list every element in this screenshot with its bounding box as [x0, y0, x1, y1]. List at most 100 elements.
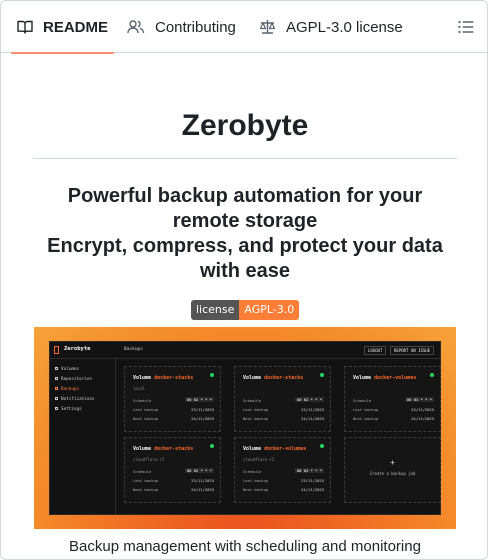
- row-value: 23/11/2025: [411, 407, 434, 412]
- report-issue-button: REPORT AN ISSUE: [390, 345, 435, 355]
- row-label: Schedule: [133, 469, 152, 474]
- status-dot: [430, 373, 434, 377]
- card-row-last: Last backup 23/11/2025: [243, 407, 324, 412]
- title-divider: [33, 158, 457, 159]
- row-value: 24/11/2025: [411, 416, 434, 421]
- card-row-schedule: Schedule 00 02 * * *: [133, 468, 214, 474]
- tab-readme[interactable]: README: [10, 1, 115, 54]
- app-top-bar: Zerobyte Backups LOGOUT REPORT AN ISSUE: [50, 342, 440, 359]
- card-title: Volume docker-stacks: [133, 446, 193, 452]
- status-dot: [210, 373, 214, 377]
- row-label: Next backup: [243, 487, 269, 492]
- card-row-next: Next backup 24/11/2025: [353, 416, 434, 421]
- row-value: 00 02 * * *: [184, 468, 214, 473]
- row-value: 00 02 * * *: [294, 397, 324, 402]
- tab-contributing[interactable]: Contributing: [127, 1, 236, 53]
- nav-backups: Backups: [55, 387, 79, 392]
- row-label: Next backup: [243, 416, 269, 421]
- app-screenshot[interactable]: Zerobyte Backups LOGOUT REPORT AN ISSUE …: [34, 327, 456, 529]
- status-dot: [320, 444, 324, 448]
- row-label: Last backup: [243, 407, 269, 412]
- list-unordered-icon[interactable]: [457, 18, 475, 36]
- law-scale-icon: [259, 20, 276, 34]
- license-badge[interactable]: license AGPL-3.0: [191, 300, 300, 320]
- row-value: 23/11/2025: [301, 478, 324, 483]
- readme-tab-bar: README Contributing AGPL-3.0 license: [1, 1, 487, 54]
- card-row-last: Last backup 23/11/2025: [243, 478, 324, 483]
- row-value: 24/11/2025: [301, 416, 324, 421]
- card-row-last: Last backup 23/11/2025: [353, 407, 434, 412]
- tab-contributing-label: Contributing: [155, 18, 236, 36]
- plus-icon: +: [390, 458, 395, 467]
- book-icon: [17, 20, 33, 34]
- create-backup-label: Create a backup job: [369, 471, 416, 476]
- card-prefix: Volume: [133, 375, 152, 381]
- card-row-schedule: Schedule 00 02 * * *: [133, 397, 214, 403]
- card-row-schedule: Schedule 00 03 * * *: [243, 468, 324, 474]
- nav-volumes-label: Volumes: [61, 367, 80, 372]
- app-breadcrumb: Backups: [124, 346, 143, 352]
- row-label: Next backup: [353, 416, 379, 421]
- row-value: 24/11/2025: [301, 487, 324, 492]
- backup-job-card: Volume docker-volumes cloudflare-r2 Schedu…: [234, 437, 331, 503]
- card-prefix: Volume: [243, 375, 262, 381]
- card-prefix: Volume: [243, 446, 262, 452]
- nav-backups-label: Backups: [61, 387, 80, 392]
- people-icon: [127, 20, 145, 34]
- row-value: 24/11/2025: [191, 487, 214, 492]
- readme-title: Zerobyte: [181, 109, 309, 142]
- card-row-next: Next backup 24/11/2025: [243, 487, 324, 492]
- license-badge-label: license: [191, 300, 240, 320]
- row-value: 00 02 * * *: [184, 397, 214, 402]
- row-label: Last backup: [243, 478, 269, 483]
- logout-button: LOGOUT: [364, 345, 387, 355]
- card-title: Volume docker-volumes: [353, 375, 416, 381]
- nav-volumes: Volumes: [55, 367, 79, 372]
- nav-notifications-label: Notifications: [61, 397, 95, 402]
- card-volume-name: docker-stacks: [264, 375, 304, 381]
- card-title: Volume docker-stacks: [133, 375, 193, 381]
- card-row-next: Next backup 24/11/2025: [243, 416, 324, 421]
- card-repository: cloudflare-r2: [133, 457, 165, 462]
- card-volume-name: docker-stacks: [154, 375, 194, 381]
- card-volume-name: docker-volumes: [264, 446, 307, 452]
- card-prefix: Volume: [133, 446, 152, 452]
- tagline-line-1: Powerful backup automation for your: [67, 185, 423, 207]
- app-sidebar: Volumes Repositories Backups Notificatio…: [50, 359, 116, 514]
- nav-settings: Settings: [55, 407, 82, 412]
- row-label: Last backup: [133, 478, 159, 483]
- card-row-last: Last backup 23/11/2025: [133, 478, 214, 483]
- zerobyte-logo-icon: [54, 346, 59, 354]
- create-backup-card: + Create a backup job: [344, 437, 441, 503]
- screenshot-caption: Backup management with scheduling and mo…: [69, 538, 421, 555]
- card-title: Volume docker-stacks: [243, 375, 303, 381]
- readme-panel: README Contributing AGPL-3.0 license Zer…: [0, 0, 488, 560]
- nav-settings-label: Settings: [61, 407, 82, 412]
- tagline-line-2: remote storage: [172, 210, 318, 232]
- row-label: Last backup: [353, 407, 379, 412]
- backup-job-card: Volume docker-stacks cloudflare-r2 Schedul…: [124, 437, 221, 503]
- app-window: Zerobyte Backups LOGOUT REPORT AN ISSUE …: [49, 341, 441, 515]
- card-volume-name: docker-volumes: [374, 375, 417, 381]
- card-prefix: Volume: [353, 375, 372, 381]
- row-label: Schedule: [243, 398, 262, 403]
- tab-readme-label: README: [43, 18, 109, 36]
- row-value: 23/11/2025: [191, 407, 214, 412]
- card-row-next: Next backup 24/11/2025: [133, 487, 214, 492]
- row-label: Next backup: [133, 416, 159, 421]
- row-value: 23/11/2025: [191, 478, 214, 483]
- backup-job-card: Volume docker-volumes Schedule 00 03 * * *…: [344, 366, 441, 432]
- status-dot: [210, 444, 214, 448]
- backup-job-card: Volume docker-stacks Schedule 00 02 * * * L…: [234, 366, 331, 432]
- tab-license[interactable]: AGPL-3.0 license: [259, 1, 403, 53]
- card-repository: cloudflare-r2: [243, 457, 275, 462]
- row-label: Next backup: [133, 487, 159, 492]
- status-dot: [320, 373, 324, 377]
- backup-job-card: Volume docker-stacks local Schedule 00 02 *…: [124, 366, 221, 432]
- card-volume-name: docker-stacks: [154, 446, 194, 452]
- tagline-line-3: Encrypt, compress, and protect your data: [47, 235, 443, 257]
- row-value: 00 03 * * *: [404, 397, 434, 402]
- card-row-schedule: Schedule 00 02 * * *: [243, 397, 324, 403]
- row-value: 00 03 * * *: [294, 468, 324, 473]
- card-row-schedule: Schedule 00 03 * * *: [353, 397, 434, 403]
